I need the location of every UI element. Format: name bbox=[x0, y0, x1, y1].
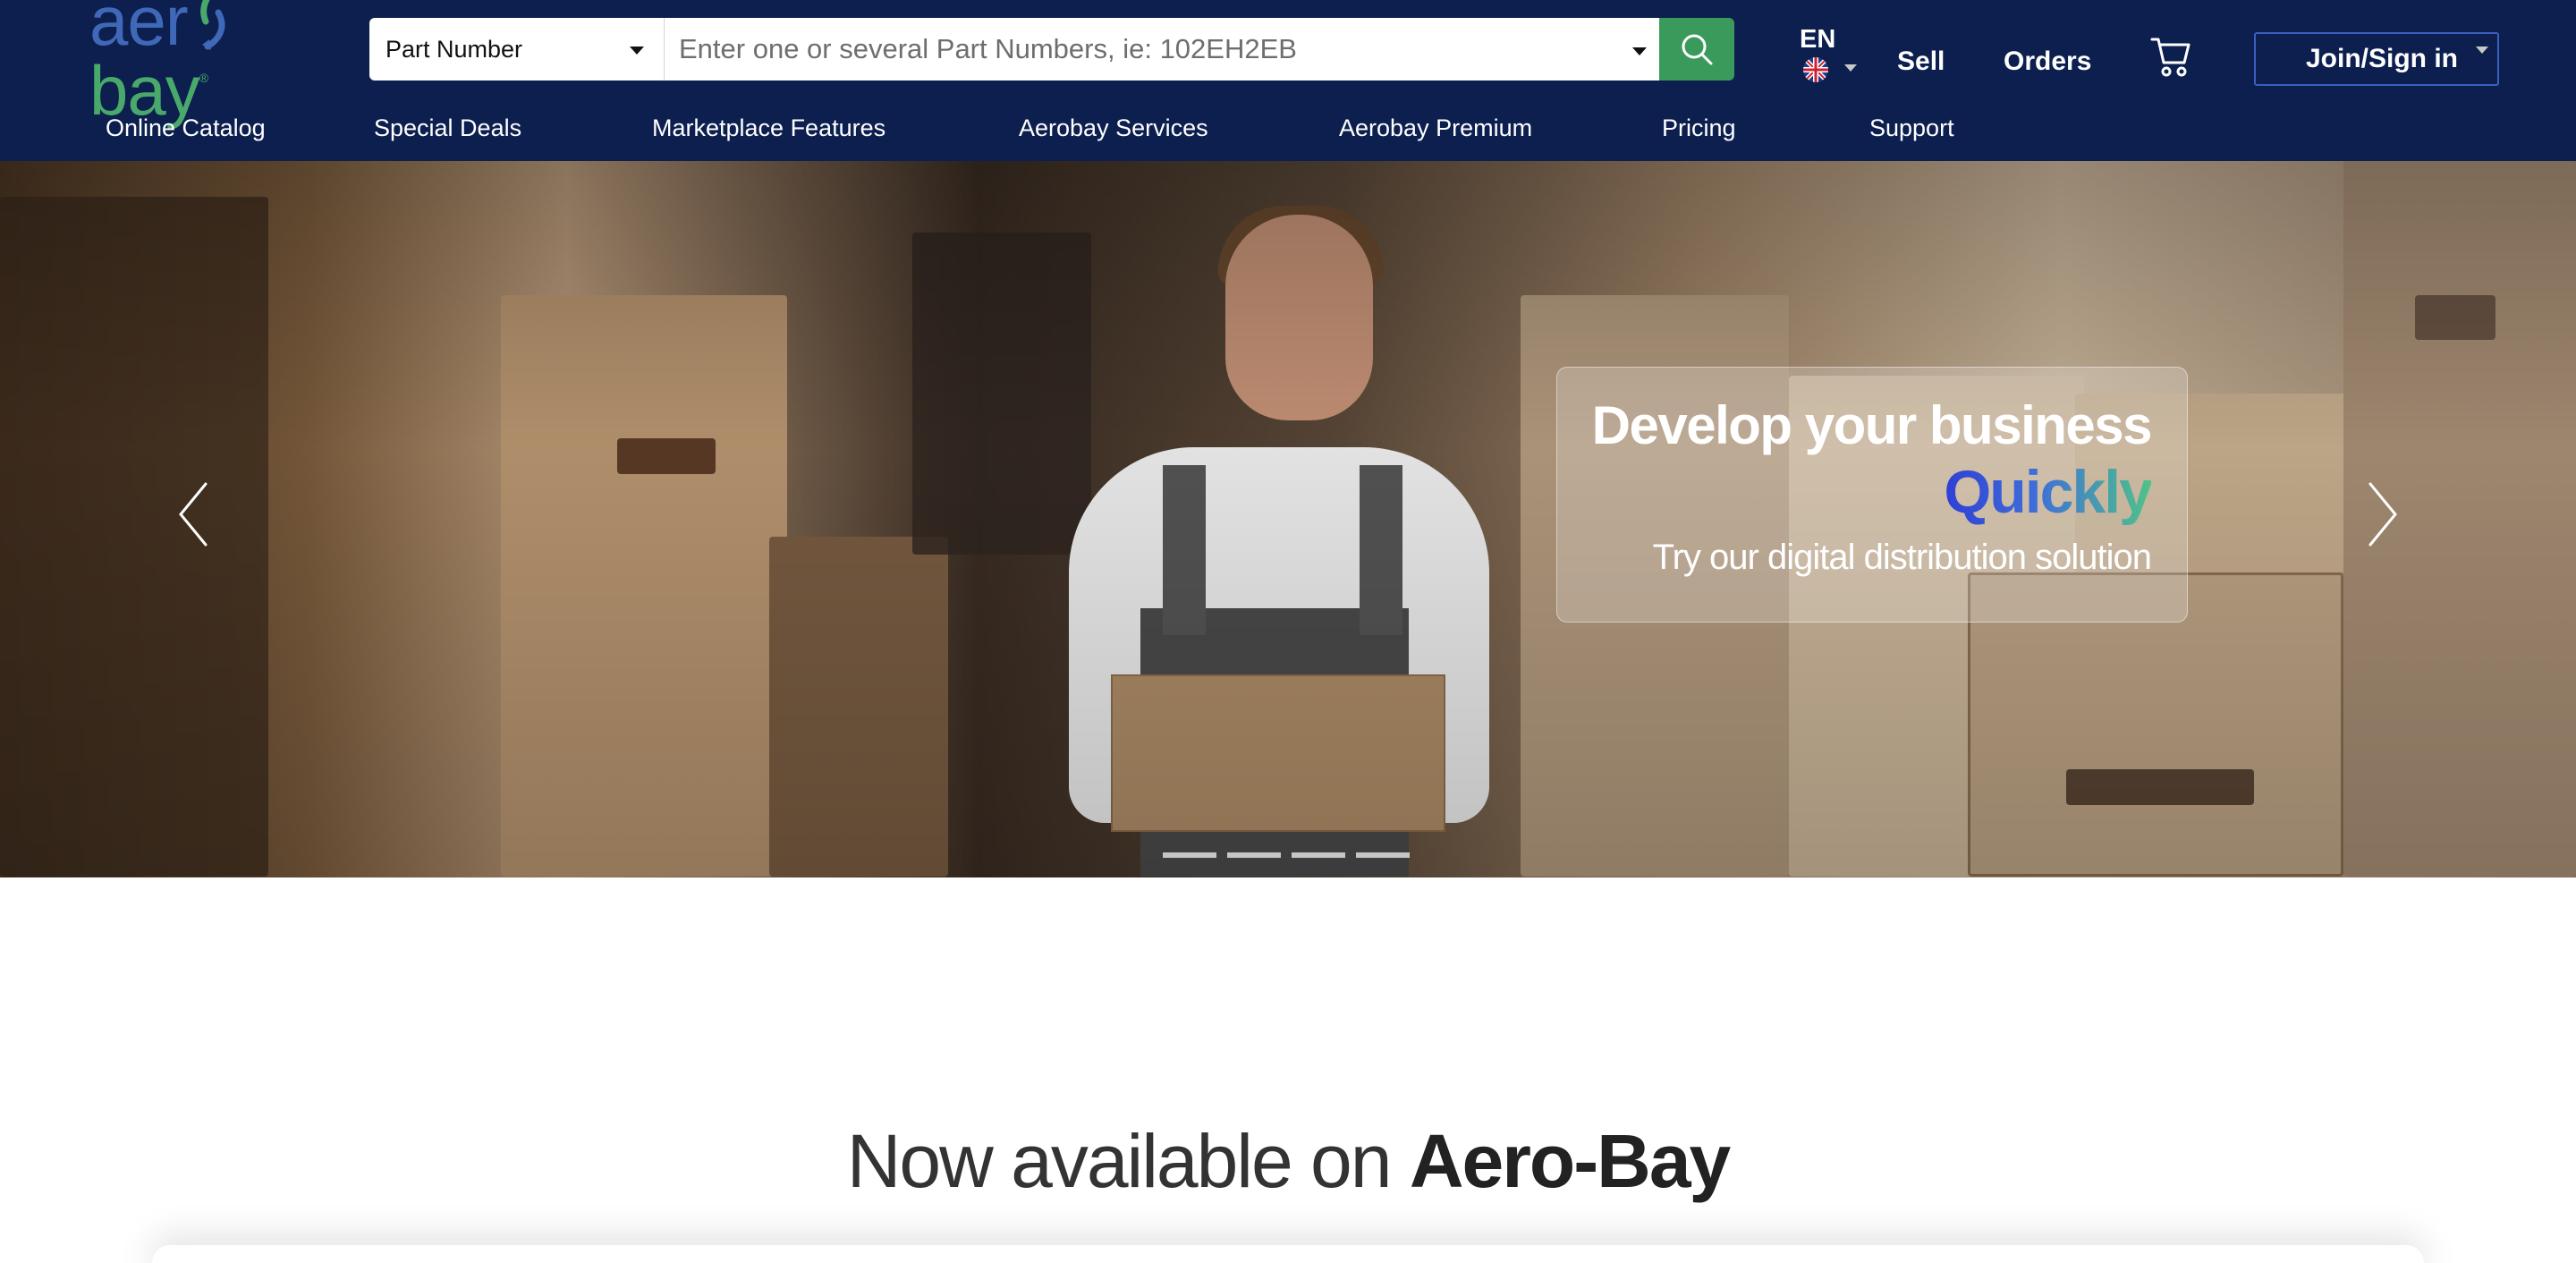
nav-aerobay-premium[interactable]: Aerobay Premium bbox=[1339, 114, 1532, 142]
carousel-indicators bbox=[1163, 852, 1410, 858]
search-icon bbox=[1682, 34, 1713, 65]
hero-accent: Quickly bbox=[1944, 458, 2153, 526]
nav-online-catalog[interactable]: Online Catalog bbox=[106, 114, 266, 142]
join-sign-in-label: Join/Sign in bbox=[2306, 44, 2458, 73]
carousel-indicator-4[interactable] bbox=[1356, 852, 1410, 858]
chevron-down-icon bbox=[630, 47, 644, 55]
carousel-next-arrow-icon[interactable] bbox=[2365, 479, 2401, 550]
search-input[interactable] bbox=[665, 18, 1659, 81]
search-input-wrapper bbox=[665, 18, 1659, 81]
site-header: aer bay® Part Number EN bbox=[0, 0, 2576, 161]
logo-registered-mark: ® bbox=[199, 71, 208, 85]
nav-special-deals[interactable]: Special Deals bbox=[374, 114, 521, 142]
chevron-down-icon[interactable] bbox=[1632, 47, 1647, 55]
chevron-down-icon bbox=[2476, 47, 2488, 54]
join-sign-in-button[interactable]: Join/Sign in bbox=[2254, 32, 2499, 86]
uk-flag-icon bbox=[1803, 57, 1828, 82]
carousel-indicator-2[interactable] bbox=[1227, 852, 1281, 858]
nav-aerobay-services[interactable]: Aerobay Services bbox=[1019, 114, 1208, 142]
logo-mark-icon bbox=[199, 0, 225, 50]
orders-link[interactable]: Orders bbox=[2004, 47, 2091, 77]
carousel-indicator-1[interactable] bbox=[1163, 852, 1216, 858]
carousel-indicator-3[interactable] bbox=[1292, 852, 1345, 858]
hero-subtitle: Try our digital distribution solution bbox=[1652, 538, 2152, 577]
carousel-prev-arrow-icon[interactable] bbox=[175, 479, 211, 550]
hero-title: Develop your business bbox=[1591, 395, 2153, 455]
aerobay-logo[interactable]: aer bay® bbox=[89, 0, 349, 125]
hero-carousel: Develop your business Quickly Try our di… bbox=[0, 161, 2576, 877]
section-heading-bold: Aero-Bay bbox=[1409, 1119, 1731, 1203]
section-heading: Now available on Aero-Bay bbox=[0, 1118, 2576, 1205]
search-type-value: Part Number bbox=[386, 35, 523, 63]
search-button[interactable] bbox=[1659, 18, 1734, 81]
search-bar: Part Number bbox=[369, 18, 1736, 81]
section-heading-light: Now available on bbox=[846, 1119, 1393, 1203]
content-card bbox=[152, 1245, 2424, 1263]
hero-promo-card: Develop your business Quickly Try our di… bbox=[1556, 367, 2188, 623]
sell-link[interactable]: Sell bbox=[1897, 47, 1945, 77]
search-type-select[interactable]: Part Number bbox=[369, 18, 665, 81]
language-code: EN bbox=[1800, 25, 1836, 54]
chevron-down-icon bbox=[1844, 64, 1857, 72]
nav-support[interactable]: Support bbox=[1869, 114, 1954, 142]
nav-pricing[interactable]: Pricing bbox=[1662, 114, 1736, 142]
nav-marketplace-features[interactable]: Marketplace Features bbox=[652, 114, 886, 142]
language-selector[interactable]: EN bbox=[1800, 25, 1862, 84]
cart-icon[interactable] bbox=[2150, 34, 2191, 79]
